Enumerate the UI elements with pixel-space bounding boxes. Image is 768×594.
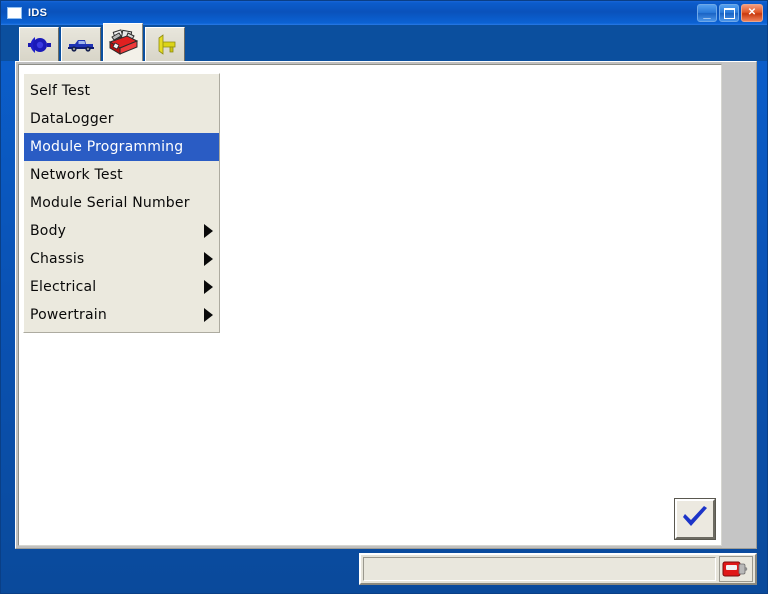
confirm-button[interactable] <box>675 499 715 539</box>
menu-item-label: Powertrain <box>30 307 107 323</box>
maximize-icon <box>720 5 738 21</box>
menu-item-label: Electrical <box>30 279 97 295</box>
menu-item-electrical[interactable]: Electrical <box>24 273 219 301</box>
menu-item-label: Chassis <box>30 251 85 267</box>
menu-item-label: Body <box>30 223 67 239</box>
submenu-arrow-icon <box>204 224 213 238</box>
minimize-button[interactable]: _ <box>697 4 717 22</box>
blue-checkmark-icon <box>681 505 709 534</box>
submenu-arrow-icon <box>204 280 213 294</box>
close-icon: ✕ <box>747 7 757 18</box>
menu-item-module-programming[interactable]: Module Programming <box>24 133 219 161</box>
menu-item-datalogger[interactable]: DataLogger <box>24 105 219 133</box>
menu-item-label: Network Test <box>30 167 123 183</box>
menu-item-label: DataLogger <box>30 111 114 127</box>
minimize-icon: _ <box>703 5 711 20</box>
submenu-arrow-icon <box>204 252 213 266</box>
menu-item-label: Module Serial Number <box>30 195 190 211</box>
yellow-key-icon <box>151 33 179 57</box>
client-area: Self Test DataLogger Module Programming … <box>15 61 757 549</box>
toolbox-menu-list: Self Test DataLogger Module Programming … <box>23 73 220 333</box>
menu-item-powertrain[interactable]: Powertrain <box>24 301 219 329</box>
status-message <box>363 557 716 581</box>
window-controls: _ ✕ <box>697 4 763 22</box>
menu-item-module-serial-number[interactable]: Module Serial Number <box>24 189 219 217</box>
menu-item-chassis[interactable]: Chassis <box>24 245 219 273</box>
pickup-truck-icon <box>66 36 96 54</box>
vcm-module-icon[interactable] <box>719 556 753 582</box>
content-gutter <box>722 62 756 548</box>
tab-toolbox[interactable] <box>103 23 143 61</box>
toolbar-tab-strip <box>1 23 767 61</box>
content-panel: Self Test DataLogger Module Programming … <box>18 64 722 546</box>
tab-vehicle-connect[interactable] <box>19 27 59 61</box>
menu-item-body[interactable]: Body <box>24 217 219 245</box>
menu-item-label: Self Test <box>30 83 91 99</box>
menu-item-label: Module Programming <box>30 139 184 155</box>
close-button[interactable]: ✕ <box>741 4 763 22</box>
menu-item-self-test[interactable]: Self Test <box>24 77 219 105</box>
window-title: IDS <box>28 7 48 19</box>
red-toolbox-icon <box>107 28 139 57</box>
menu-item-network-test[interactable]: Network Test <box>24 161 219 189</box>
connector-plug-icon <box>26 34 52 56</box>
submenu-arrow-icon <box>204 308 213 322</box>
bottom-bar <box>1 549 767 593</box>
status-panel <box>359 553 757 585</box>
maximize-button[interactable] <box>719 4 739 22</box>
ids-application-window: IDS _ ✕ Self Test DataLogger Module Prog… <box>0 0 768 594</box>
title-bar: IDS _ ✕ <box>1 1 767 25</box>
tab-vehicle-identification[interactable] <box>61 27 101 61</box>
app-window-icon <box>7 7 22 19</box>
tab-key-programming[interactable] <box>145 27 185 61</box>
